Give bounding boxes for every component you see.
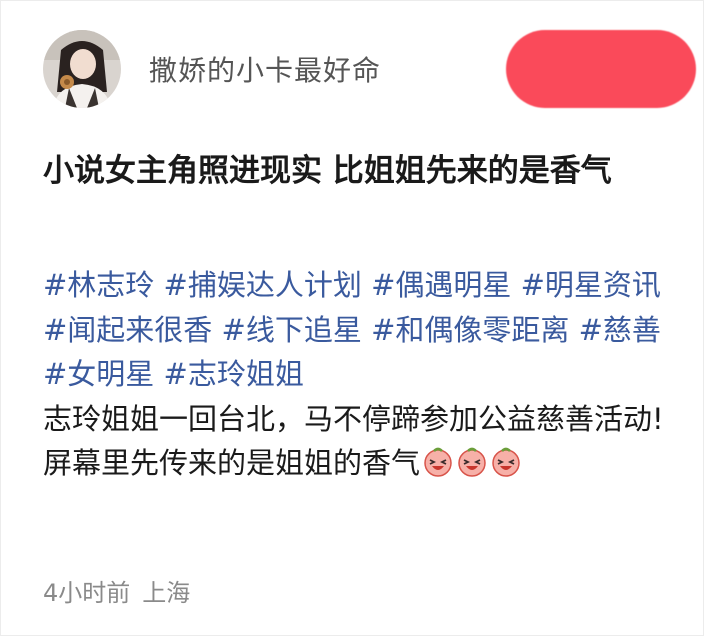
post-meta: 4小时前 上海 (43, 573, 190, 608)
laughing-face-emoji-icon (422, 446, 454, 478)
hashtag-link[interactable]: #捕娱达人计划 (164, 268, 362, 302)
hashtag-link[interactable]: #和偶像零距离 (371, 313, 569, 347)
hashtag-link[interactable]: #偶遇明星 (371, 268, 511, 302)
post-card: 撒娇的小卡最好命 小说女主角照进现实 比姐姐先来的是香气 #林志玲 #捕娱达人计… (0, 0, 704, 636)
post-header: 撒娇的小卡最好命 (43, 29, 381, 109)
post-location: 上海 (142, 579, 191, 607)
hashtag-link[interactable]: #闻起来很香 (43, 313, 212, 347)
post-text-line: 志玲姐姐一回台北，马不停蹄参加公益慈善活动! (43, 401, 664, 436)
username[interactable]: 撒娇的小卡最好命 (149, 49, 381, 89)
post-text-line: 屏幕里先传来的是姐姐的香气 (43, 446, 421, 480)
hashtag-link[interactable]: #志玲姐姐 (164, 357, 304, 391)
post-time: 4小时前 (43, 579, 131, 607)
hashtag-link[interactable]: #线下追星 (222, 313, 362, 347)
hashtag-link[interactable]: #女明星 (43, 357, 154, 391)
laughing-face-emoji-icon (490, 446, 522, 478)
post-title: 小说女主角照进现实 比姐姐先来的是香气 (43, 153, 612, 189)
follow-button[interactable] (506, 30, 696, 108)
hashtag-link[interactable]: #林志玲 (43, 268, 154, 302)
hashtag-link[interactable]: #慈善 (579, 313, 661, 347)
laughing-face-emoji-icon (456, 446, 488, 478)
avatar[interactable] (43, 30, 121, 108)
hashtag-link[interactable]: #明星资讯 (521, 268, 661, 302)
post-body: #林志玲 #捕娱达人计划 #偶遇明星 #明星资讯 #闻起来很香 #线下追星 #和… (43, 263, 691, 486)
